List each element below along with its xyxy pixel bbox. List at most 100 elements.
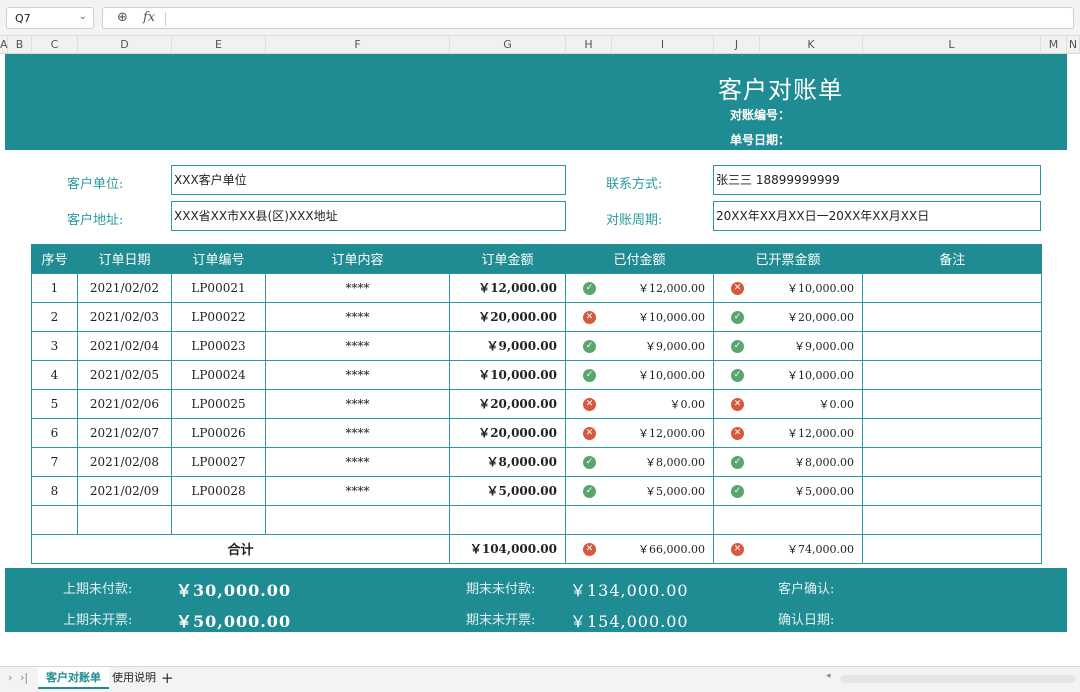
column-header-d[interactable]: D bbox=[78, 36, 172, 54]
formula-input[interactable]: ⊕ fx bbox=[102, 7, 1074, 29]
row-index[interactable]: 6 bbox=[31, 417, 78, 448]
column-header-k[interactable]: K bbox=[760, 36, 863, 54]
column-header-l[interactable]: L bbox=[863, 36, 1041, 54]
order-content[interactable]: **** bbox=[265, 446, 450, 477]
invoiced-amount-cell[interactable]: ✕ ￥0.00 bbox=[713, 388, 863, 419]
paid-amount-cell[interactable]: ✓ ￥12,000.00 bbox=[565, 272, 714, 303]
order-number[interactable]: LP00025 bbox=[171, 388, 266, 419]
order-number[interactable]: LP00028 bbox=[171, 475, 266, 506]
tab-customer-statement[interactable]: 客户对账单 bbox=[38, 667, 109, 689]
paid-amount-cell[interactable]: ✓ ￥9,000.00 bbox=[565, 330, 714, 361]
order-amount[interactable]: ￥8,000.00 bbox=[449, 446, 566, 477]
order-content[interactable]: **** bbox=[265, 417, 450, 448]
horizontal-scrollbar[interactable] bbox=[840, 675, 1076, 683]
chevron-down-icon[interactable]: ⌄ bbox=[79, 11, 87, 22]
order-number[interactable]: LP00026 bbox=[171, 417, 266, 448]
order-content[interactable]: **** bbox=[265, 301, 450, 332]
add-sheet-icon[interactable]: + bbox=[161, 669, 174, 687]
table-cell[interactable] bbox=[265, 504, 450, 535]
row-index[interactable]: 3 bbox=[31, 330, 78, 361]
customer-unit-field[interactable]: XXX客户单位 bbox=[171, 165, 566, 195]
order-date[interactable]: 2021/02/07 bbox=[77, 417, 172, 448]
table-cell[interactable] bbox=[31, 504, 78, 535]
last-sheet-icon[interactable]: ›| bbox=[20, 671, 28, 684]
table-cell[interactable] bbox=[171, 504, 266, 535]
invoiced-amount-cell[interactable]: ✕ ￥10,000.00 bbox=[713, 272, 863, 303]
scroll-left-icon[interactable]: ◂ bbox=[826, 671, 831, 681]
paid-amount-cell[interactable]: ✕ ￥10,000.00 bbox=[565, 301, 714, 332]
customer-address-field[interactable]: XXX省XX市XX县(区)XXX地址 bbox=[171, 201, 566, 231]
remarks[interactable] bbox=[862, 446, 1042, 477]
order-date[interactable]: 2021/02/02 bbox=[77, 272, 172, 303]
table-cell[interactable] bbox=[565, 504, 714, 535]
column-header-h[interactable]: H bbox=[566, 36, 612, 54]
order-number[interactable]: LP00023 bbox=[171, 330, 266, 361]
remarks[interactable] bbox=[862, 301, 1042, 332]
remarks[interactable] bbox=[862, 272, 1042, 303]
remarks[interactable] bbox=[862, 417, 1042, 448]
total-remarks[interactable] bbox=[862, 533, 1042, 564]
order-amount[interactable]: ￥10,000.00 bbox=[449, 359, 566, 390]
paid-amount-cell[interactable]: ✓ ￥10,000.00 bbox=[565, 359, 714, 390]
column-header-i[interactable]: I bbox=[612, 36, 714, 54]
order-number[interactable]: LP00021 bbox=[171, 272, 266, 303]
total-amount[interactable]: ￥104,000.00 bbox=[449, 533, 566, 564]
row-index[interactable]: 2 bbox=[31, 301, 78, 332]
total-label[interactable]: 合计 bbox=[31, 533, 450, 564]
column-header-f[interactable]: F bbox=[266, 36, 450, 54]
order-number[interactable]: LP00027 bbox=[171, 446, 266, 477]
paid-amount-cell[interactable]: ✕ ￥0.00 bbox=[565, 388, 714, 419]
remarks[interactable] bbox=[862, 475, 1042, 506]
name-box[interactable]: Q7 ⌄ bbox=[6, 7, 94, 29]
remarks[interactable] bbox=[862, 359, 1042, 390]
order-content[interactable]: **** bbox=[265, 272, 450, 303]
paid-amount-cell[interactable]: ✓ ￥5,000.00 bbox=[565, 475, 714, 506]
paid-amount-cell[interactable]: ✕ ￥12,000.00 bbox=[565, 417, 714, 448]
table-cell[interactable] bbox=[862, 504, 1042, 535]
column-header-j[interactable]: J bbox=[714, 36, 760, 54]
tab-instructions[interactable]: 使用说明 bbox=[104, 667, 164, 689]
order-content[interactable]: **** bbox=[265, 359, 450, 390]
invoiced-amount-cell[interactable]: ✓ ￥20,000.00 bbox=[713, 301, 863, 332]
order-date[interactable]: 2021/02/06 bbox=[77, 388, 172, 419]
order-date[interactable]: 2021/02/03 bbox=[77, 301, 172, 332]
paid-amount-cell[interactable]: ✓ ￥8,000.00 bbox=[565, 446, 714, 477]
table-cell[interactable] bbox=[449, 504, 566, 535]
remarks[interactable] bbox=[862, 330, 1042, 361]
order-date[interactable]: 2021/02/04 bbox=[77, 330, 172, 361]
row-index[interactable]: 1 bbox=[31, 272, 78, 303]
invoiced-amount-cell[interactable]: ✓ ￥5,000.00 bbox=[713, 475, 863, 506]
column-header-b[interactable]: B bbox=[8, 36, 32, 54]
column-header-e[interactable]: E bbox=[172, 36, 266, 54]
row-index[interactable]: 5 bbox=[31, 388, 78, 419]
total-invoiced-cell[interactable]: ✕ ￥74,000.00 bbox=[713, 533, 863, 564]
zoom-icon[interactable]: ⊕ bbox=[117, 10, 128, 25]
order-content[interactable]: **** bbox=[265, 388, 450, 419]
invoiced-amount-cell[interactable]: ✕ ￥12,000.00 bbox=[713, 417, 863, 448]
column-header-m[interactable]: M bbox=[1041, 36, 1067, 54]
prev-sheet-icon[interactable]: › bbox=[8, 671, 12, 684]
invoiced-amount-cell[interactable]: ✓ ￥10,000.00 bbox=[713, 359, 863, 390]
column-header-g[interactable]: G bbox=[450, 36, 566, 54]
period-field[interactable]: 20XX年XX月XX日一20XX年XX月XX日 bbox=[713, 201, 1041, 231]
column-header-a[interactable]: A bbox=[0, 36, 8, 54]
order-number[interactable]: LP00024 bbox=[171, 359, 266, 390]
total-paid-cell[interactable]: ✕ ￥66,000.00 bbox=[565, 533, 714, 564]
column-header-n[interactable]: N bbox=[1067, 36, 1080, 54]
contact-field[interactable]: 张三三 18899999999 bbox=[713, 165, 1041, 195]
fx-icon[interactable]: fx bbox=[143, 10, 155, 25]
order-amount[interactable]: ￥5,000.00 bbox=[449, 475, 566, 506]
order-content[interactable]: **** bbox=[265, 330, 450, 361]
invoiced-amount-cell[interactable]: ✓ ￥9,000.00 bbox=[713, 330, 863, 361]
order-amount[interactable]: ￥20,000.00 bbox=[449, 417, 566, 448]
column-header-c[interactable]: C bbox=[32, 36, 78, 54]
invoiced-amount-cell[interactable]: ✓ ￥8,000.00 bbox=[713, 446, 863, 477]
order-content[interactable]: **** bbox=[265, 475, 450, 506]
table-cell[interactable] bbox=[77, 504, 172, 535]
row-index[interactable]: 8 bbox=[31, 475, 78, 506]
order-amount[interactable]: ￥20,000.00 bbox=[449, 301, 566, 332]
order-date[interactable]: 2021/02/08 bbox=[77, 446, 172, 477]
order-amount[interactable]: ￥12,000.00 bbox=[449, 272, 566, 303]
order-date[interactable]: 2021/02/05 bbox=[77, 359, 172, 390]
order-number[interactable]: LP00022 bbox=[171, 301, 266, 332]
